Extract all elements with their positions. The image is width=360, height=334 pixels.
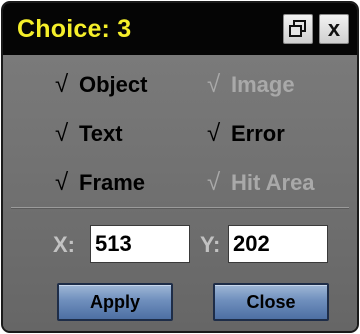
dialog-body: √ Object √ Text √ Frame √ Image √ Error … [3, 55, 357, 331]
option-label: Object [79, 72, 148, 97]
option-label: Frame [79, 170, 146, 195]
option-error[interactable]: √ Error [207, 119, 285, 149]
close-window-button[interactable]: x [319, 14, 349, 44]
checkmark-icon: √ [207, 169, 221, 196]
restore-button[interactable] [283, 14, 313, 44]
title-bar[interactable]: Choice: 3 x [3, 3, 357, 55]
checkmark-icon: √ [207, 71, 221, 98]
checkmark-icon: √ [55, 169, 69, 196]
close-button[interactable]: Close [213, 283, 329, 321]
option-label: Hit Area [231, 170, 315, 195]
dialog-title: Choice: 3 [17, 15, 132, 43]
option-text[interactable]: √ Text [55, 119, 123, 149]
restore-window-icon [289, 20, 306, 37]
checkmark-icon: √ [207, 120, 221, 147]
apply-button[interactable]: Apply [57, 283, 173, 321]
close-icon: x [327, 16, 341, 41]
x-label: X: [53, 232, 75, 257]
choice-dialog: Choice: 3 x √ Object √ Text √ Frame √ Im… [1, 1, 359, 333]
option-label: Image [231, 72, 295, 97]
y-coordinate-input[interactable] [228, 225, 328, 263]
option-label: Error [231, 121, 285, 146]
option-image[interactable]: √ Image [207, 70, 295, 100]
option-label: Text [79, 121, 123, 146]
x-coordinate-input[interactable] [90, 225, 190, 263]
option-object[interactable]: √ Object [55, 70, 147, 100]
divider [11, 207, 349, 209]
checkmark-icon: √ [55, 71, 69, 98]
y-label: Y: [200, 232, 221, 257]
option-frame[interactable]: √ Frame [55, 168, 145, 198]
checkmark-icon: √ [55, 120, 69, 147]
option-hit-area[interactable]: √ Hit Area [207, 168, 315, 198]
